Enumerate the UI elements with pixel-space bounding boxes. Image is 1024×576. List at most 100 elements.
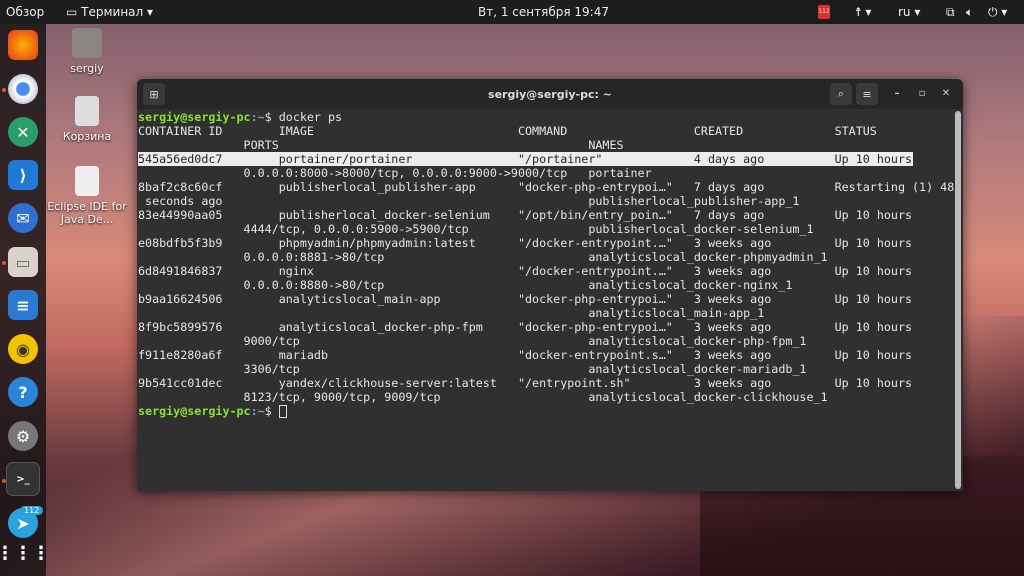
image: mariadb (278, 348, 328, 362)
header-created: CREATED (693, 124, 744, 138)
table-row[interactable]: b9aa16624506 analyticslocal_main-app "do… (138, 292, 955, 306)
names: analyticslocal_docker-php-fpm_1 (588, 334, 807, 348)
names: publisherlocal_publisher-app_1 (588, 194, 800, 208)
libreoffice-writer-icon[interactable]: ≡ (8, 290, 38, 320)
created: 3 weeks ago (693, 264, 772, 278)
search-button[interactable]: ⌕ (830, 83, 852, 105)
network-icon[interactable]: ⧉ (946, 5, 955, 20)
ports: 0.0.0.0:8881->80/tcp (243, 250, 385, 264)
language-indicator[interactable]: ru ▾ (898, 5, 920, 19)
table-row[interactable]: 6d8491846837 nginx "/docker-entrypoint.…… (138, 264, 955, 278)
created: 7 days ago (693, 180, 765, 194)
header-names: NAMES (588, 138, 624, 152)
settings-icon[interactable]: ⚙ (8, 421, 38, 451)
table-row[interactable]: f911e8280a6f mariadb "docker-entrypoint.… (138, 348, 955, 362)
container-id: 6d8491846837 (138, 264, 223, 278)
table-row-wrap: 8123/tcp, 9000/tcp, 9009/tcp analyticslo… (138, 390, 955, 404)
names: analyticslocal_docker-nginx_1 (588, 278, 793, 292)
image: analyticslocal_main-app (278, 292, 441, 306)
minimize-button[interactable]: – (889, 86, 905, 102)
cursor (278, 405, 287, 418)
maximize-button[interactable]: ▫ (914, 86, 930, 102)
created: 3 weeks ago (693, 292, 772, 306)
terminal-icon[interactable]: >_ (6, 462, 40, 496)
table-row[interactable]: 545a56ed0dc7 portainer/portainer "/porta… (138, 152, 913, 166)
table-row[interactable]: 83e44990aa05 publisherlocal_docker-selen… (138, 208, 955, 222)
status: Up 10 hours (834, 348, 913, 362)
desktop-eclipse[interactable]: Eclipse IDE for Java De... (42, 166, 132, 226)
image: phpmyadmin/phpmyadmin:latest (278, 236, 476, 250)
ports: 0.0.0.0:8880->80/tcp (243, 278, 385, 292)
prompt-symbol: $ (264, 404, 279, 418)
trash-icon (75, 96, 99, 126)
command: "docker-php-entrypoi…" (517, 180, 673, 194)
files-icon[interactable]: ▭ (8, 247, 38, 277)
table-row-wrap: 0.0.0.0:8880->80/tcp analyticslocal_dock… (138, 278, 955, 292)
table-row-wrap: analyticslocal_main-app_1 (138, 306, 955, 320)
chromium-icon[interactable] (8, 74, 38, 104)
clock[interactable]: Вт, 1 сентября 19:47 (478, 5, 609, 19)
language-label: ru (898, 5, 911, 19)
firefox-icon[interactable] (8, 30, 38, 60)
table-row[interactable]: 9b541cc01dec yandex/clickhouse-server:la… (138, 376, 955, 390)
names: analyticslocal_docker-clickhouse_1 (588, 390, 828, 404)
table-row-wrap: seconds ago publisherlocal_publisher-app… (138, 194, 955, 208)
status: Up 10 hours (834, 376, 913, 390)
accessibility-icon[interactable]: ☨ ▾ (855, 5, 871, 19)
telegram-badge: 112 (20, 506, 44, 515)
table-row-wrap: 4444/tcp, 0.0.0.0:5900->5900/tcp publish… (138, 222, 955, 236)
command: "/entrypoint.sh" (517, 376, 631, 390)
status: Up 10 hours (834, 264, 913, 278)
thunderbird-icon[interactable]: ✉ (8, 203, 38, 233)
prompt-path: :~ (250, 110, 265, 124)
command: "/docker-entrypoint.…" (517, 264, 673, 278)
scrollbar[interactable] (955, 111, 961, 489)
desktop-label: sergiy (70, 62, 104, 75)
names: analyticslocal_main-app_1 (588, 306, 765, 320)
names: analyticslocal_docker-phpmyadmin_1 (588, 250, 828, 264)
header-line: CONTAINER ID IMAGE COMMAND CREATED STATU… (138, 124, 955, 138)
table-row[interactable]: 8f9bc5899576 analyticslocal_docker-php-f… (138, 320, 955, 334)
status: Up 10 hours (834, 292, 913, 306)
image: publisherlocal_publisher-app (278, 180, 476, 194)
desktop-label: Корзина (62, 130, 112, 143)
crossover-icon[interactable]: ✕ (8, 117, 38, 147)
names: publisherlocal_docker-selenium_1 (588, 222, 814, 236)
vscode-icon[interactable]: ⟩ (8, 160, 38, 190)
rhythmbox-icon[interactable]: ◉ (8, 334, 38, 364)
prompt-path: :~ (250, 404, 265, 418)
created: 3 weeks ago (693, 236, 772, 250)
table-row[interactable]: 8baf2c8c60cf publisherlocal_publisher-ap… (138, 180, 955, 194)
desktop-trash[interactable]: Корзина (42, 96, 132, 143)
status: Up 10 hours (834, 236, 913, 250)
power-icon[interactable]: ⏻ ▾ (988, 5, 1007, 20)
table-row-wrap: 0.0.0.0:8000->8000/tcp, 0.0.0.0:9000->90… (138, 166, 955, 180)
volume-icon[interactable]: 🔈︎ (966, 5, 973, 20)
header-id: CONTAINER ID (138, 124, 223, 138)
header-line-wrap: PORTS NAMES (138, 138, 955, 152)
image: portainer/portainer (278, 152, 413, 166)
created: 4 days ago (693, 152, 765, 166)
container-id: 83e44990aa05 (138, 208, 223, 222)
help-icon[interactable]: ? (8, 377, 38, 407)
command: "docker-php-entrypoi…" (517, 320, 673, 334)
table-row[interactable]: e08bdfb5f3b9 phpmyadmin/phpmyadmin:lates… (138, 236, 955, 250)
command: "/docker-entrypoint.…" (517, 236, 673, 250)
menu-button[interactable]: ≡ (856, 83, 878, 105)
desktop-home-folder[interactable]: sergiy (42, 28, 132, 75)
top-bar: Обзор ▭ Терминал ▾ Вт, 1 сентября 19:47 … (0, 0, 1024, 24)
app-menu[interactable]: ▭ Терминал ▾ (66, 5, 153, 19)
container-id: 545a56ed0dc7 (138, 152, 223, 166)
status: Up 10 hours (834, 208, 913, 222)
terminal-output[interactable]: sergiy@sergiy-pc:~$ docker ps CONTAINER … (138, 109, 954, 491)
notification-badge[interactable]: 112 (818, 5, 830, 19)
activities-button[interactable]: Обзор (6, 5, 44, 19)
created: 7 days ago (693, 208, 765, 222)
show-applications-icon[interactable]: ⋮⋮⋮ (0, 538, 50, 568)
close-button[interactable]: ✕ (938, 86, 954, 102)
table-row-wrap: 0.0.0.0:8881->80/tcp analyticslocal_dock… (138, 250, 955, 264)
created: 3 weeks ago (693, 348, 772, 362)
header-status: STATUS (834, 124, 877, 138)
app-menu-label: Терминал (81, 5, 144, 19)
status: Restarting (1) 48 (834, 180, 955, 194)
